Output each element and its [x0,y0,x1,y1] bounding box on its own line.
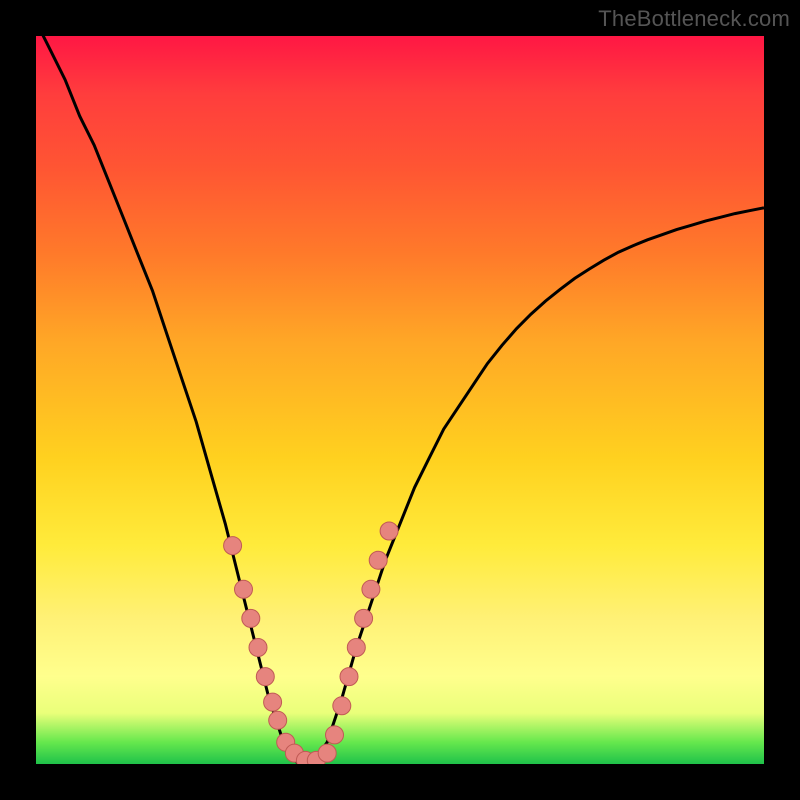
data-marker [269,711,287,729]
chart-canvas [36,36,764,764]
chart-frame: TheBottleneck.com [0,0,800,800]
data-marker [347,639,365,657]
watermark-text: TheBottleneck.com [598,6,790,32]
bottleneck-curve [36,36,764,764]
data-marker [235,580,253,598]
data-marker [340,668,358,686]
data-marker [242,609,260,627]
data-marker [355,609,373,627]
data-marker [326,726,344,744]
data-marker [333,697,351,715]
data-marker [224,537,242,555]
plot-area [36,36,764,764]
data-marker [380,522,398,540]
data-marker [362,580,380,598]
data-marker [249,639,267,657]
data-marker [256,668,274,686]
data-marker [369,551,387,569]
data-marker [318,744,336,762]
data-marker [264,693,282,711]
